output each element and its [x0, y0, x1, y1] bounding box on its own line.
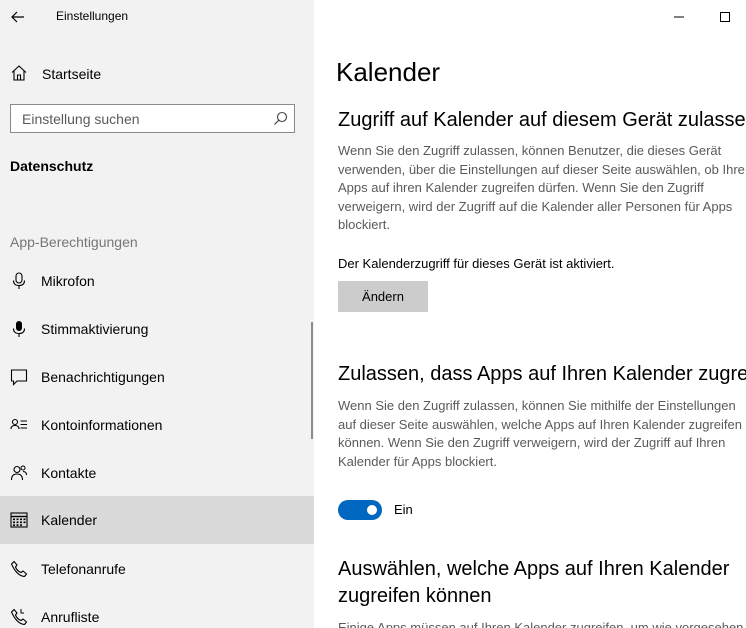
page-title: Kalender [336, 57, 441, 87]
call-history-icon [10, 608, 28, 626]
account-info-icon [10, 418, 27, 430]
back-button[interactable] [0, 0, 36, 33]
main-content: Kalender Zugriff auf Kalender auf diesem… [314, 0, 746, 628]
sidebar-item-label: Kalender [41, 512, 98, 528]
change-button[interactable]: Ändern [338, 281, 428, 312]
sidebar-item-telefonanrufe[interactable]: Telefonanrufe [0, 545, 314, 593]
sidebar-item-kontoinformationen[interactable]: Kontoinformationen [0, 401, 314, 449]
group-label: App-Berechtigungen [10, 234, 138, 250]
sidebar-item-stimmaktivierung[interactable]: Stimmaktivierung [0, 305, 314, 353]
toggle-knob [367, 505, 377, 515]
app-title: Einstellungen [56, 9, 129, 23]
sidebar-item-label: Kontakte [41, 465, 97, 481]
sidebar-item-label: Startseite [42, 66, 102, 82]
contacts-icon [10, 465, 27, 481]
search-input[interactable] [11, 105, 277, 132]
search-icon[interactable] [273, 111, 288, 126]
maximize-icon [720, 11, 730, 22]
sidebar-item-label: Benachrichtigungen [41, 369, 165, 385]
app-access-description: Wenn Sie den Zugriff zulassen, können Si… [338, 398, 742, 469]
voice-activation-icon [12, 321, 26, 337]
sidebar-item-label: Anrufliste [41, 609, 100, 625]
sidebar-item-kontakte[interactable]: Kontakte [0, 449, 314, 497]
section-title: Datenschutz [10, 158, 94, 174]
toggle-state-label: Ein [394, 502, 413, 517]
device-access-heading: Zugriff auf Kalender auf diesem Gerät zu… [338, 109, 746, 131]
sidebar-item-label: Mikrofon [41, 273, 95, 289]
calendar-icon [10, 512, 28, 528]
minimize-button[interactable] [656, 0, 702, 33]
phone-icon [10, 560, 28, 578]
search-box [10, 104, 295, 133]
title-bar: Einstellungen [0, 0, 314, 33]
sidebar-item-mikrofon[interactable]: Mikrofon [0, 257, 314, 305]
sidebar-item-label: Stimmaktivierung [41, 321, 149, 337]
microphone-icon [12, 272, 26, 289]
sidebar-item-home[interactable]: Startseite [0, 53, 314, 93]
maximize-button[interactable] [702, 0, 746, 33]
scrollbar[interactable] [311, 322, 313, 439]
sidebar: Einstellungen Startseite Datenschutz App… [0, 0, 314, 628]
sidebar-item-label: Telefonanrufe [41, 561, 126, 577]
device-access-description: Wenn Sie den Zugriff zulassen, können Be… [338, 143, 745, 232]
choose-apps-heading-line2: zugreifen können [338, 585, 492, 607]
sidebar-item-benachrichtigungen[interactable]: Benachrichtigungen [0, 353, 314, 401]
sidebar-item-kalender[interactable]: Kalender [0, 496, 314, 544]
back-arrow-icon [11, 11, 24, 22]
app-access-heading: Zulassen, dass Apps auf Ihren Kalender z… [338, 363, 746, 385]
sidebar-item-anrufliste[interactable]: Anrufliste [0, 593, 314, 628]
choose-apps-heading: Auswählen, welche Apps auf Ihren Kalende… [338, 558, 730, 580]
choose-apps-description: Einige Apps müssen auf Ihren Kalender zu… [338, 620, 744, 628]
app-access-toggle[interactable] [338, 500, 382, 520]
device-access-status: Der Kalenderzugriff für dieses Gerät ist… [338, 256, 615, 271]
minimize-icon [674, 16, 684, 17]
home-icon [11, 65, 27, 81]
notifications-icon [10, 369, 28, 386]
sidebar-item-label: Kontoinformationen [41, 417, 163, 433]
